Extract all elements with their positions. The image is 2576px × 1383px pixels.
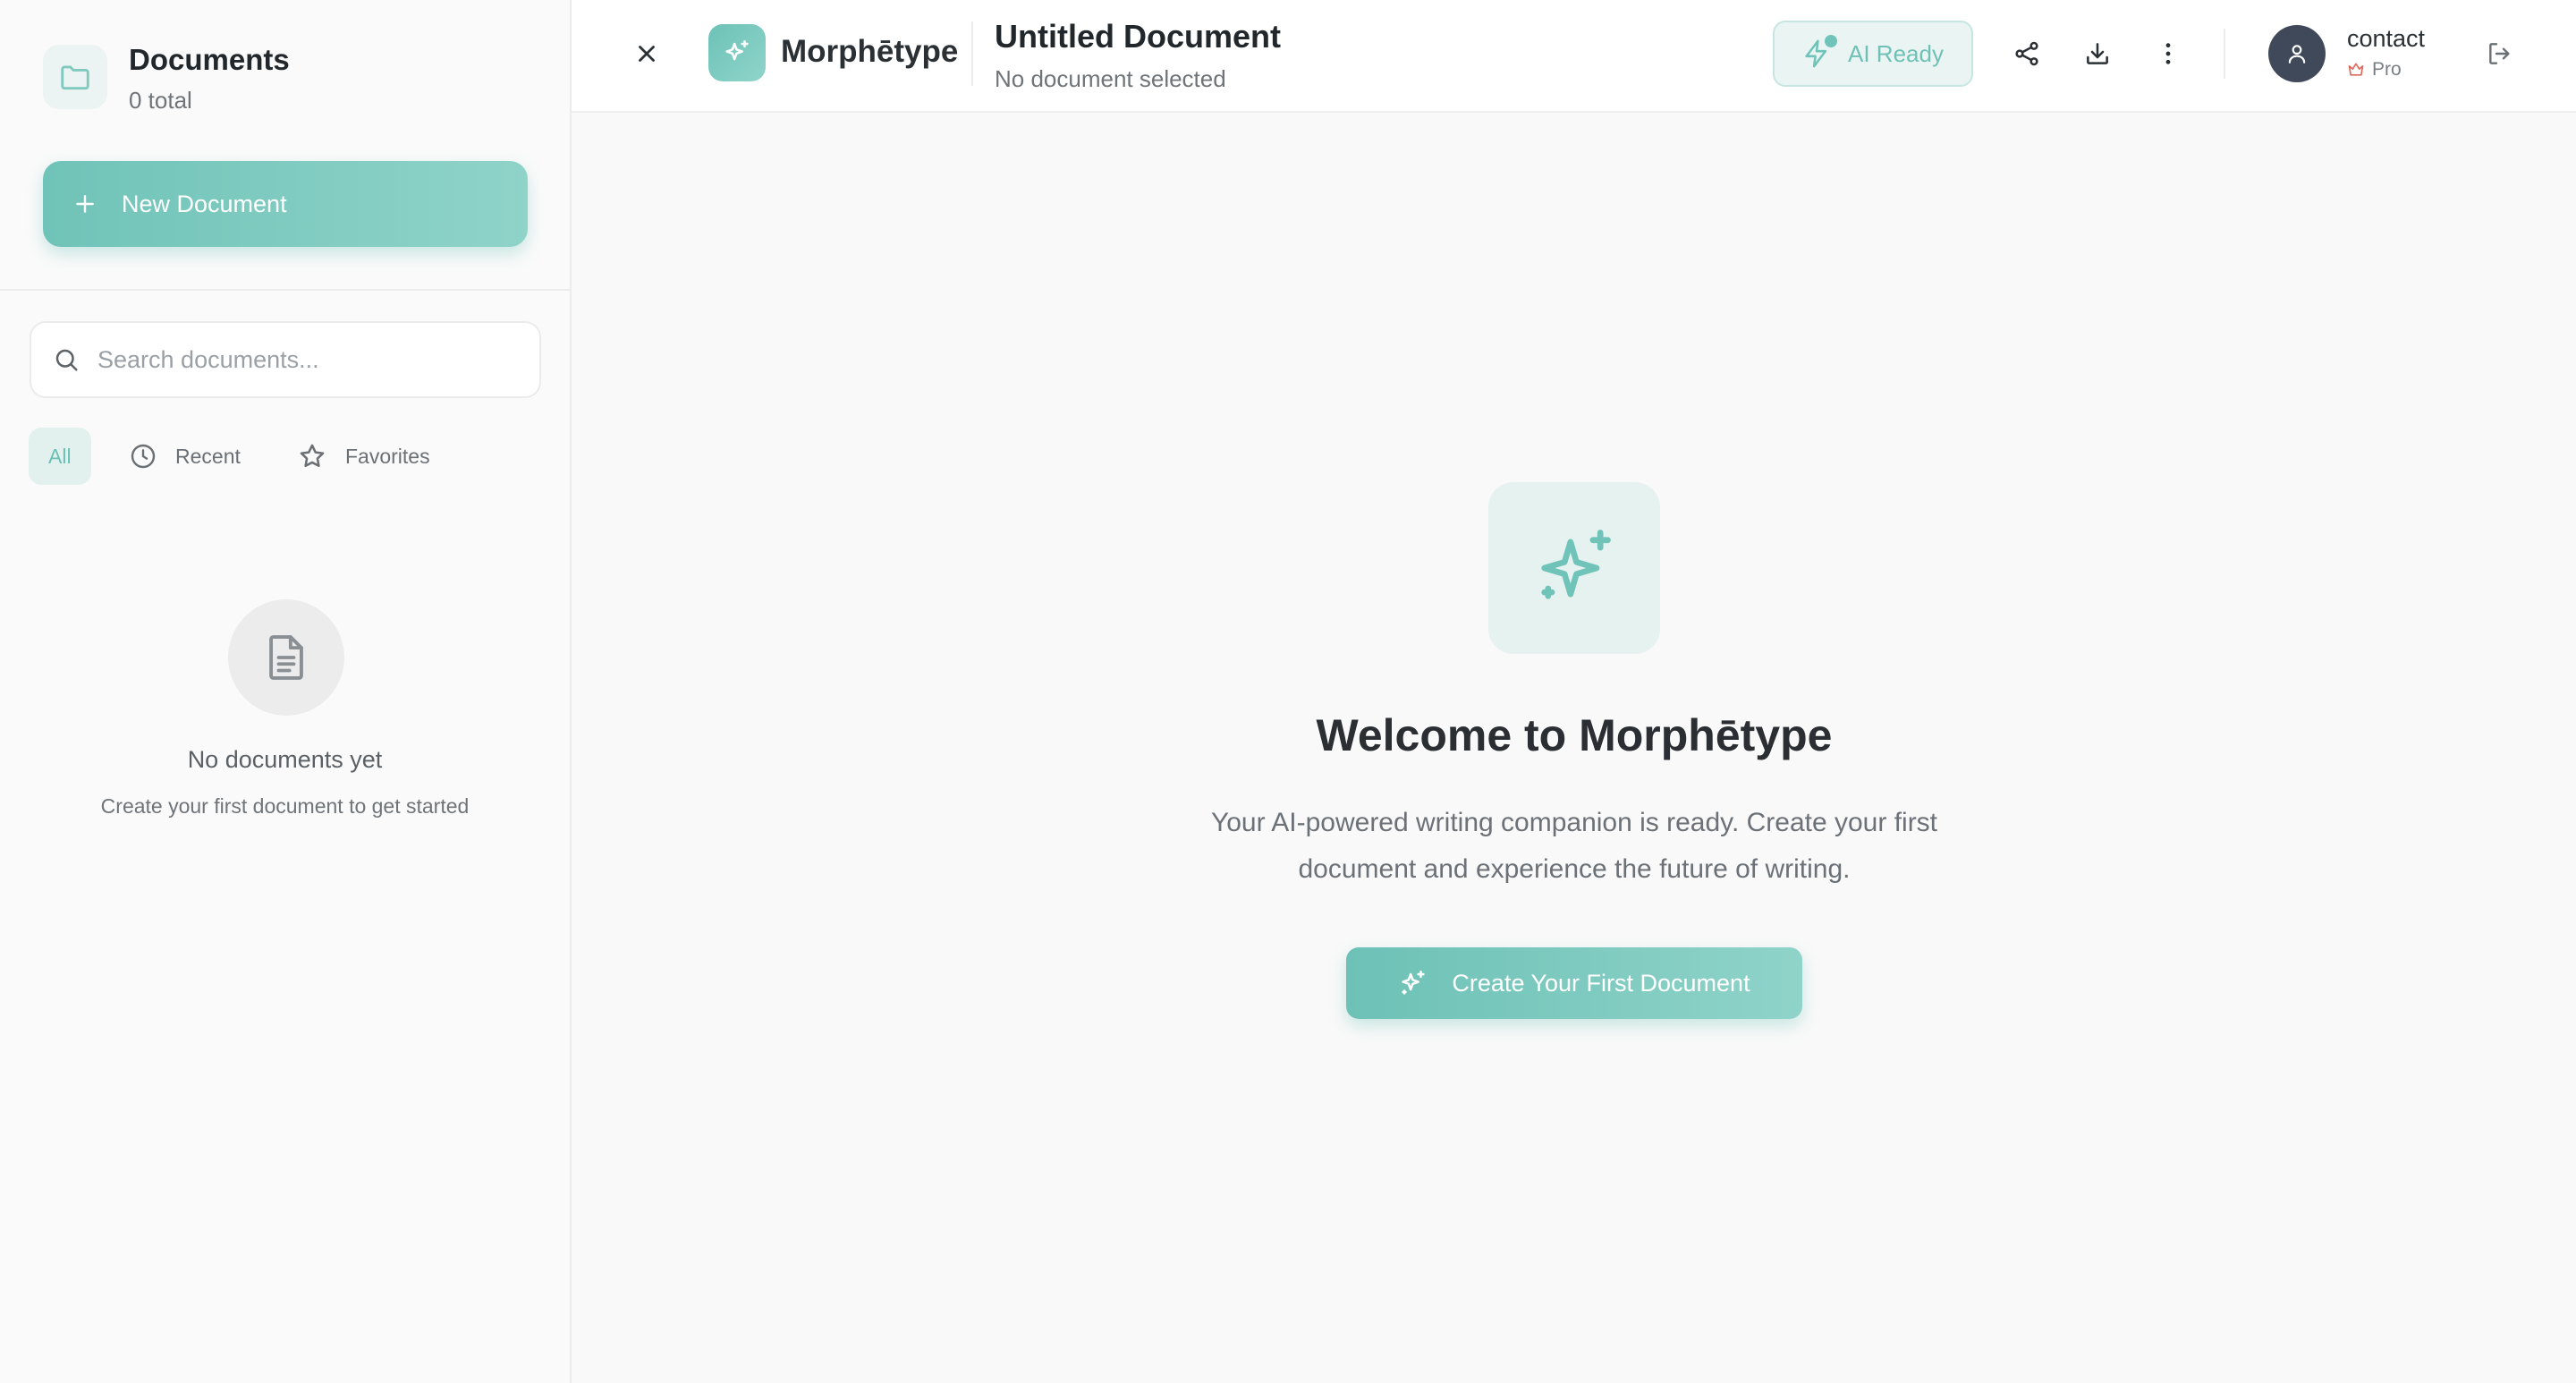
- sparkles-icon: [722, 38, 752, 68]
- top-bar: Morphētype Untitled Document No document…: [572, 0, 2576, 113]
- filter-favorites-label: Favorites: [345, 444, 430, 468]
- more-options-button[interactable]: [2147, 32, 2190, 75]
- crown-icon: [2347, 61, 2365, 79]
- search-icon: [53, 346, 80, 373]
- empty-state-subtitle: Create your first document to get starte…: [100, 794, 470, 818]
- welcome-subtitle-line-2: document and experience the future of wr…: [1298, 854, 1851, 884]
- star-icon: [297, 441, 327, 471]
- close-sidebar-button[interactable]: [625, 32, 668, 75]
- plus-icon: [73, 192, 97, 216]
- folder-icon: [43, 45, 107, 109]
- new-document-label: New Document: [122, 190, 287, 217]
- bolt-icon: [1801, 35, 1837, 69]
- user-icon: [2285, 42, 2309, 65]
- sidebar-title: Documents: [129, 43, 290, 76]
- welcome-title: Welcome to Morphētype: [1316, 710, 1833, 760]
- filter-recent-label: Recent: [175, 444, 241, 468]
- logout-icon: [2486, 39, 2514, 68]
- sidebar-header: Documents 0 total New Document: [0, 0, 570, 291]
- empty-state-title: No documents yet: [187, 746, 383, 773]
- status-dot: [1825, 35, 1837, 47]
- search-field[interactable]: [30, 321, 541, 398]
- share-icon: [2012, 39, 2041, 68]
- clock-icon: [129, 442, 157, 471]
- search-input[interactable]: [97, 345, 518, 374]
- sparkles-icon: [1398, 968, 1428, 998]
- create-first-document-button[interactable]: Create Your First Document: [1346, 947, 1802, 1019]
- filter-all[interactable]: All: [29, 428, 91, 485]
- app-logo: [708, 24, 766, 81]
- divider: [2224, 29, 2225, 79]
- user-plan: Pro: [2347, 59, 2402, 81]
- document-subtitle: No document selected: [995, 65, 1226, 92]
- download-icon: [2083, 39, 2112, 68]
- welcome-subtitle-line-1: Your AI-powered writing companion is rea…: [1210, 808, 1938, 837]
- document-title[interactable]: Untitled Document: [995, 18, 1281, 55]
- file-text-icon: [228, 599, 344, 716]
- more-vertical-icon: [2154, 39, 2182, 68]
- hero-badge: [1488, 482, 1660, 654]
- filter-all-label: All: [48, 444, 72, 468]
- ai-status-button[interactable]: AI Ready: [1773, 21, 1973, 87]
- filter-recent[interactable]: Recent: [129, 428, 241, 485]
- share-button[interactable]: [2005, 32, 2048, 75]
- user-name: contact: [2347, 25, 2426, 52]
- app-name: Morphētype: [781, 34, 959, 69]
- filter-favorites[interactable]: Favorites: [297, 428, 430, 485]
- sparkles-icon: [1530, 523, 1619, 613]
- welcome-subtitle: Your AI-powered writing companion is rea…: [1172, 800, 1977, 893]
- download-button[interactable]: [2076, 32, 2119, 75]
- logout-button[interactable]: [2479, 32, 2521, 75]
- ai-status-label: AI Ready: [1848, 39, 1944, 67]
- create-first-document-label: Create Your First Document: [1452, 969, 1750, 997]
- document-count: 0 total: [129, 87, 192, 114]
- divider: [971, 21, 973, 86]
- user-plan-label: Pro: [2372, 59, 2402, 80]
- avatar[interactable]: [2268, 25, 2326, 82]
- new-document-button[interactable]: New Document: [43, 161, 528, 247]
- close-icon: [633, 40, 660, 67]
- documents-sidebar: Documents 0 total New Document All: [0, 0, 572, 1383]
